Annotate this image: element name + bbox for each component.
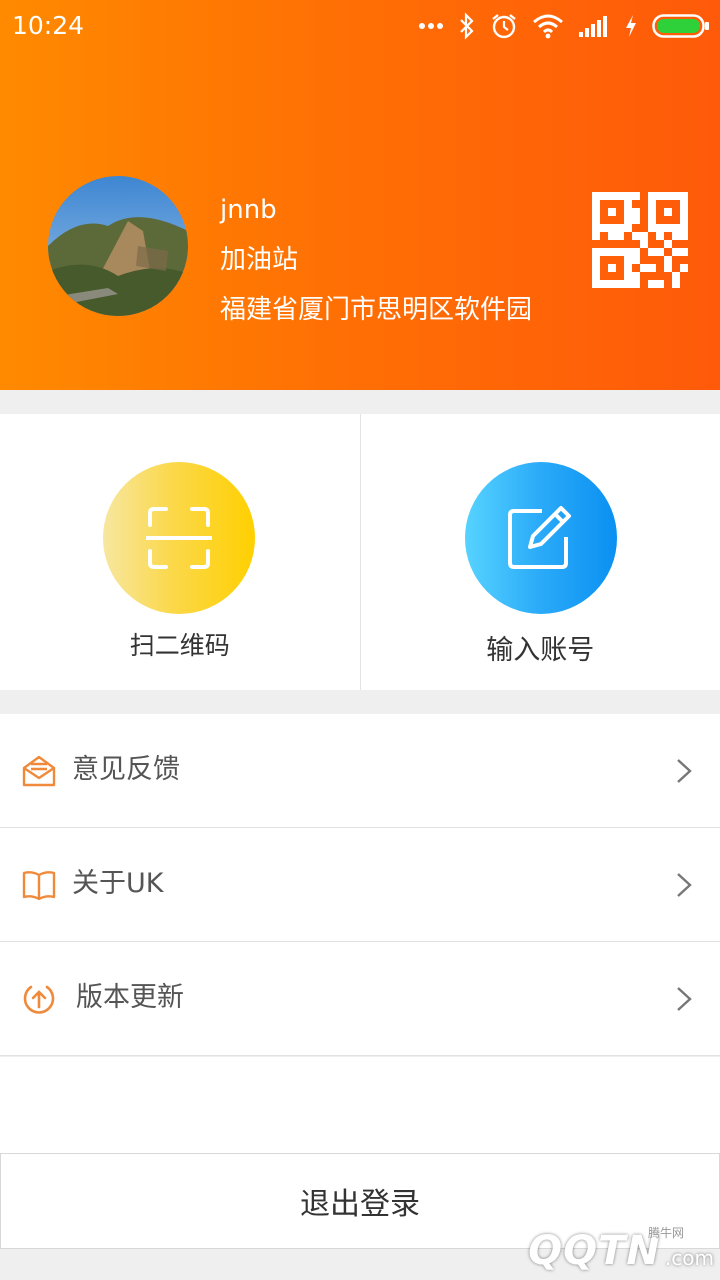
- watermark-brand: QQTN: [528, 1228, 661, 1274]
- watermark-suffix: .com: [664, 1246, 714, 1270]
- mail-icon: [22, 755, 56, 787]
- watermark-top: 腾牛网: [647, 1226, 684, 1240]
- menu-label-about: 关于UK: [72, 868, 164, 899]
- chevron-right-icon: [677, 873, 692, 897]
- enter-account-action[interactable]: 输入账号: [359, 414, 720, 690]
- update-icon: [23, 985, 55, 1014]
- profile-info: jnnb 加油站 福建省厦门市思明区软件园: [220, 190, 532, 340]
- menu-item-about[interactable]: 关于UK: [0, 828, 720, 942]
- scan-qr-label: 扫二维码: [129, 631, 230, 660]
- battery-icon: [652, 14, 709, 38]
- alarm-icon: [492, 14, 516, 39]
- menu-label-feedback: 意见反馈: [72, 754, 180, 785]
- wifi-icon: [533, 14, 563, 39]
- menu-item-feedback[interactable]: 意见反馈: [0, 714, 720, 828]
- username: jnnb: [220, 195, 277, 225]
- signal-icon: [579, 16, 607, 37]
- settings-menu: 意见反馈 关于UK 版本更新: [0, 714, 720, 1056]
- bluetooth-icon: [460, 12, 474, 40]
- menu-label-update: 版本更新: [76, 982, 184, 1013]
- book-icon: [22, 871, 56, 901]
- enter-account-label: 输入账号: [486, 635, 595, 666]
- charging-icon: [626, 15, 636, 37]
- scan-circle: [103, 462, 255, 614]
- status-time: 10:24: [12, 11, 85, 40]
- quick-actions: 扫二维码 输入账号: [0, 414, 720, 690]
- address: 福建省厦门市思明区软件园: [220, 295, 533, 325]
- avatar[interactable]: [48, 176, 188, 316]
- more-dots-icon: [419, 23, 443, 29]
- scan-qr-action[interactable]: 扫二维码: [0, 414, 360, 690]
- chevron-right-icon: [677, 759, 692, 783]
- menu-item-update[interactable]: 版本更新: [0, 942, 720, 1056]
- station-name: 加油站: [220, 245, 299, 275]
- profile-header: 10:24 jnnb 加油站 福建省厦门市思明区软件园: [0, 0, 720, 390]
- blank-area: [0, 1057, 720, 1153]
- status-bar: 10:24: [0, 0, 720, 54]
- watermark: 腾牛网 QQTN .com: [528, 1226, 714, 1274]
- scan-icon: [146, 507, 212, 569]
- edit-circle: [464, 462, 617, 614]
- qr-code-icon[interactable]: [592, 192, 688, 288]
- edit-icon: [507, 506, 571, 569]
- status-icons: [418, 8, 710, 44]
- chevron-right-icon: [677, 987, 692, 1011]
